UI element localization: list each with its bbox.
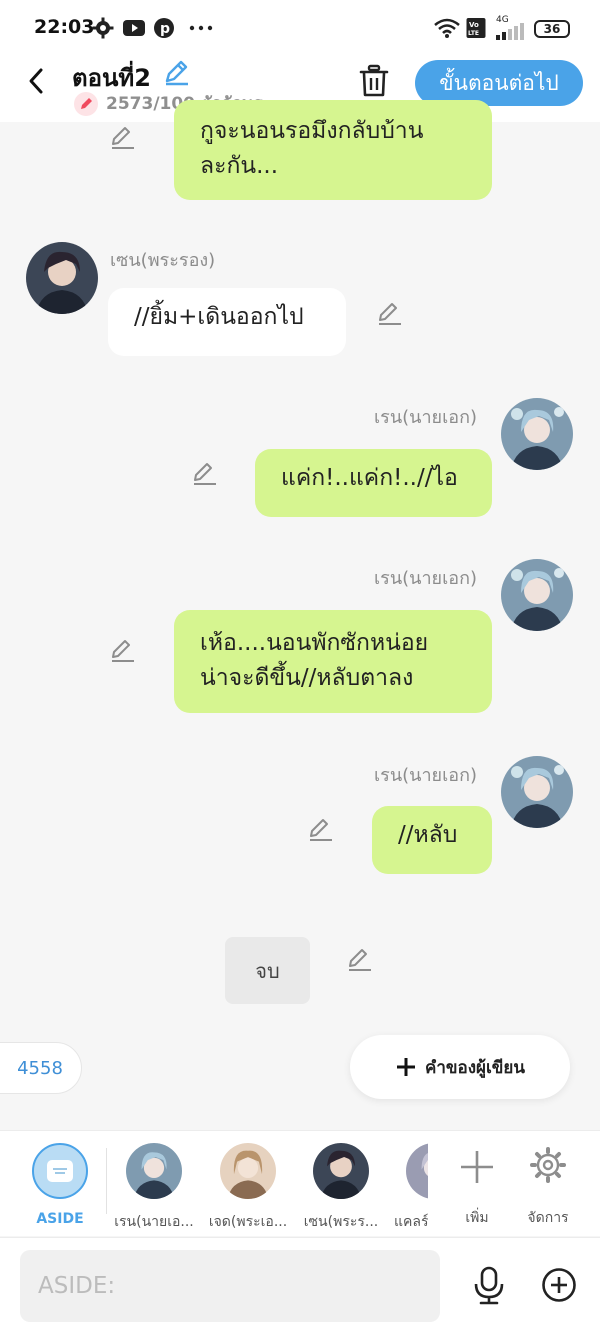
signal-icon [496, 23, 524, 40]
character-claire[interactable]: แคลร์ [390, 1143, 428, 1233]
pinterest-icon: p [154, 18, 174, 38]
gear-icon [530, 1147, 566, 1183]
status-time: 22:03 [34, 16, 95, 38]
pencil-badge-icon [74, 91, 98, 116]
svg-text:LTE: LTE [468, 30, 479, 37]
speaker-name: เรน(นายเอก) [374, 568, 477, 589]
word-count-pill[interactable]: 4558 [0, 1042, 82, 1094]
character-zen[interactable]: เซน(พระร... [296, 1143, 386, 1233]
battery-icon: 36 [534, 20, 570, 38]
edit-message-icon[interactable] [377, 300, 403, 326]
edit-message-icon[interactable] [110, 637, 136, 663]
manage-label: จัดการ [527, 1210, 569, 1226]
manage-characters-button[interactable]: จัดการ [503, 1143, 593, 1229]
character-label: แคลร์ [394, 1214, 428, 1230]
character-label: เรน(นายเอ... [114, 1214, 194, 1230]
svg-text:p: p [160, 21, 170, 37]
end-marker[interactable]: จบ [225, 937, 310, 1004]
edit-message-icon[interactable] [110, 124, 136, 150]
character-label: เซน(พระร... [303, 1214, 379, 1230]
avatar [501, 398, 573, 470]
edit-message-icon[interactable] [192, 460, 218, 486]
trash-icon[interactable] [358, 64, 390, 98]
avatar [26, 242, 98, 314]
edit-message-icon[interactable] [308, 816, 334, 842]
divider [106, 1148, 107, 1214]
composer [0, 1237, 600, 1333]
message-bubble[interactable]: กูจะนอนรอมึงกลับบ้าน ละกัน... [174, 100, 492, 200]
avatar [220, 1143, 276, 1199]
aside-icon [32, 1143, 88, 1199]
microphone-icon[interactable] [472, 1266, 506, 1306]
avatar [406, 1143, 428, 1199]
youtube-icon [123, 20, 145, 36]
message-input[interactable] [20, 1250, 440, 1322]
character-bar: ASIDE เรน(นายเอ... เจด(พระเอ... เซน(พระร… [0, 1130, 600, 1236]
back-arrow-icon[interactable] [22, 66, 52, 96]
speaker-name: เซน(พระรอง) [110, 250, 216, 271]
wifi-icon [434, 18, 460, 38]
message-bubble[interactable]: เห้อ....นอนพักซักหน่อย น่าจะดีขึ้น//หลับ… [174, 610, 492, 713]
author-note-button[interactable]: คำของผู้เขียน [350, 1035, 570, 1099]
add-circle-icon[interactable] [541, 1267, 577, 1303]
svg-text:Vo: Vo [469, 21, 479, 29]
speaker-name: เรน(นายเอก) [374, 765, 477, 786]
message-bubble[interactable]: //ยิ้ม+เดินออกไป [108, 288, 346, 356]
volte-icon: Vo LTE [466, 18, 486, 38]
author-note-label: คำของผู้เขียน [424, 1057, 526, 1078]
message-bubble[interactable]: แค่ก!..แค่ก!..//ไอ [255, 449, 492, 517]
character-label: เจด(พระเอ... [208, 1214, 288, 1230]
add-icon [461, 1151, 493, 1183]
battery-level: 36 [543, 22, 561, 36]
edit-title-icon[interactable] [162, 58, 190, 86]
character-label: ASIDE [36, 1211, 84, 1227]
plus-icon [396, 1058, 415, 1076]
speaker-name: เรน(นายเอก) [374, 407, 477, 428]
more-dots-icon [189, 25, 213, 31]
avatar [501, 559, 573, 631]
avatar [501, 756, 573, 828]
edit-message-icon[interactable] [347, 946, 373, 972]
message-bubble[interactable]: //หลับ [372, 806, 492, 874]
settings-icon [92, 17, 114, 39]
character-aside[interactable]: ASIDE [15, 1143, 105, 1227]
status-bar: 22:03 p Vo LTE 4G 36 [0, 0, 600, 56]
avatar [126, 1143, 182, 1199]
avatar [313, 1143, 369, 1199]
character-jed[interactable]: เจด(พระเอ... [203, 1143, 293, 1233]
character-ren[interactable]: เรน(นายเอ... [109, 1143, 199, 1233]
